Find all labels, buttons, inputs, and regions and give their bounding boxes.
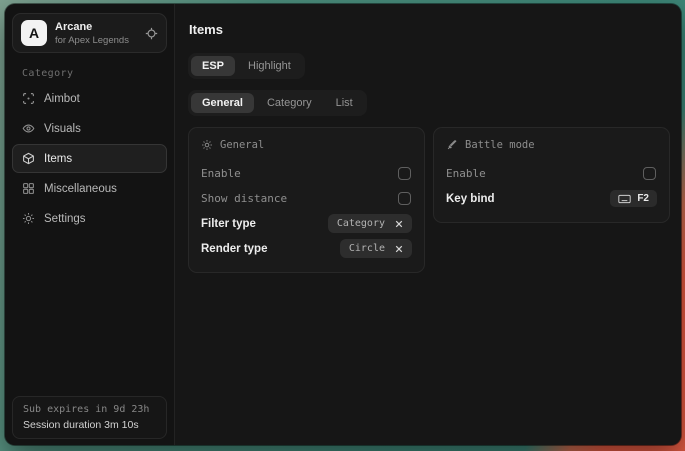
setting-label: Render type bbox=[201, 243, 267, 255]
clear-icon[interactable] bbox=[395, 245, 403, 253]
viewfinder-icon bbox=[22, 92, 35, 105]
sidebar-item-label: Items bbox=[44, 153, 72, 165]
keyboard-icon bbox=[618, 194, 631, 204]
setting-label: Filter type bbox=[201, 218, 256, 230]
eye-icon bbox=[22, 122, 35, 135]
setting-row-show-distance: Show distance bbox=[201, 186, 412, 211]
app-title: Arcane bbox=[55, 21, 137, 33]
setting-row-enable: Enable bbox=[201, 161, 412, 186]
sidebar-item-items[interactable]: Items bbox=[12, 144, 167, 173]
clear-icon[interactable] bbox=[395, 220, 403, 228]
tab-list[interactable]: List bbox=[325, 93, 364, 113]
gear-icon bbox=[22, 212, 35, 225]
render-type-value: Circle bbox=[349, 243, 385, 254]
setting-label: Key bind bbox=[446, 193, 495, 205]
sidebar-item-label: Visuals bbox=[44, 123, 81, 135]
sidebar-item-label: Miscellaneous bbox=[44, 183, 117, 195]
app-window: A Arcane for Apex Legends Category bbox=[5, 4, 681, 445]
grid-icon bbox=[22, 182, 35, 195]
sidebar-nav: Aimbot Visuals Items bbox=[5, 84, 174, 234]
setting-row-render-type: Render type Circle bbox=[201, 236, 412, 261]
setting-row-key-bind: Key bind F2 bbox=[446, 186, 657, 211]
sidebar-item-miscellaneous[interactable]: Miscellaneous bbox=[12, 174, 167, 203]
key-bind-button[interactable]: F2 bbox=[610, 190, 657, 207]
logo-text: Arcane for Apex Legends bbox=[55, 21, 137, 46]
page-title: Items bbox=[189, 22, 670, 37]
show-distance-checkbox[interactable] bbox=[398, 192, 411, 205]
box-icon bbox=[22, 152, 35, 165]
setting-label: Enable bbox=[201, 167, 241, 180]
battle-enable-checkbox[interactable] bbox=[643, 167, 656, 180]
sun-icon bbox=[201, 139, 213, 151]
crosshair-focus-icon[interactable] bbox=[145, 27, 158, 40]
sub-expires-text: Sub expires in 9d 23h bbox=[23, 404, 156, 415]
tab-category[interactable]: Category bbox=[256, 93, 323, 113]
sidebar-item-aimbot[interactable]: Aimbot bbox=[12, 84, 167, 113]
enable-checkbox[interactable] bbox=[398, 167, 411, 180]
main-content: Items ESP Highlight General Category Lis… bbox=[175, 4, 681, 445]
logo-card: A Arcane for Apex Legends bbox=[12, 13, 167, 53]
filter-type-value: Category bbox=[337, 218, 385, 229]
setting-label: Enable bbox=[446, 167, 486, 180]
general-panel-header: General bbox=[201, 139, 412, 151]
sidebar-item-label: Aimbot bbox=[44, 93, 80, 105]
tab-highlight[interactable]: Highlight bbox=[237, 56, 302, 76]
battle-mode-panel-title: Battle mode bbox=[465, 139, 535, 151]
sidebar-section-label: Category bbox=[22, 68, 174, 79]
filter-type-select[interactable]: Category bbox=[328, 214, 412, 233]
session-duration-text: Session duration 3m 10s bbox=[23, 419, 156, 431]
mode-tab-group: ESP Highlight bbox=[188, 53, 305, 79]
general-panel: General Enable Show distance Filter type… bbox=[188, 127, 425, 273]
sidebar-item-settings[interactable]: Settings bbox=[12, 204, 167, 233]
general-panel-title: General bbox=[220, 139, 264, 151]
setting-label: Show distance bbox=[201, 192, 287, 205]
app-subtitle: for Apex Legends bbox=[55, 35, 137, 46]
tab-general[interactable]: General bbox=[191, 93, 254, 113]
sidebar-spacer bbox=[5, 234, 174, 396]
sword-icon bbox=[446, 139, 458, 151]
sidebar: A Arcane for Apex Legends Category bbox=[5, 4, 175, 445]
view-tab-group: General Category List bbox=[188, 90, 367, 116]
render-type-select[interactable]: Circle bbox=[340, 239, 412, 258]
panels-row: General Enable Show distance Filter type… bbox=[188, 127, 670, 273]
sidebar-item-visuals[interactable]: Visuals bbox=[12, 114, 167, 143]
sidebar-item-label: Settings bbox=[44, 213, 86, 225]
setting-row-battle-enable: Enable bbox=[446, 161, 657, 186]
key-bind-value: F2 bbox=[637, 193, 649, 204]
app-logo: A bbox=[21, 20, 47, 46]
battle-mode-panel: Battle mode Enable Key bind bbox=[433, 127, 670, 223]
setting-row-filter-type: Filter type Category bbox=[201, 211, 412, 236]
tab-esp[interactable]: ESP bbox=[191, 56, 235, 76]
battle-mode-panel-header: Battle mode bbox=[446, 139, 657, 151]
session-info-box: Sub expires in 9d 23h Session duration 3… bbox=[12, 396, 167, 439]
